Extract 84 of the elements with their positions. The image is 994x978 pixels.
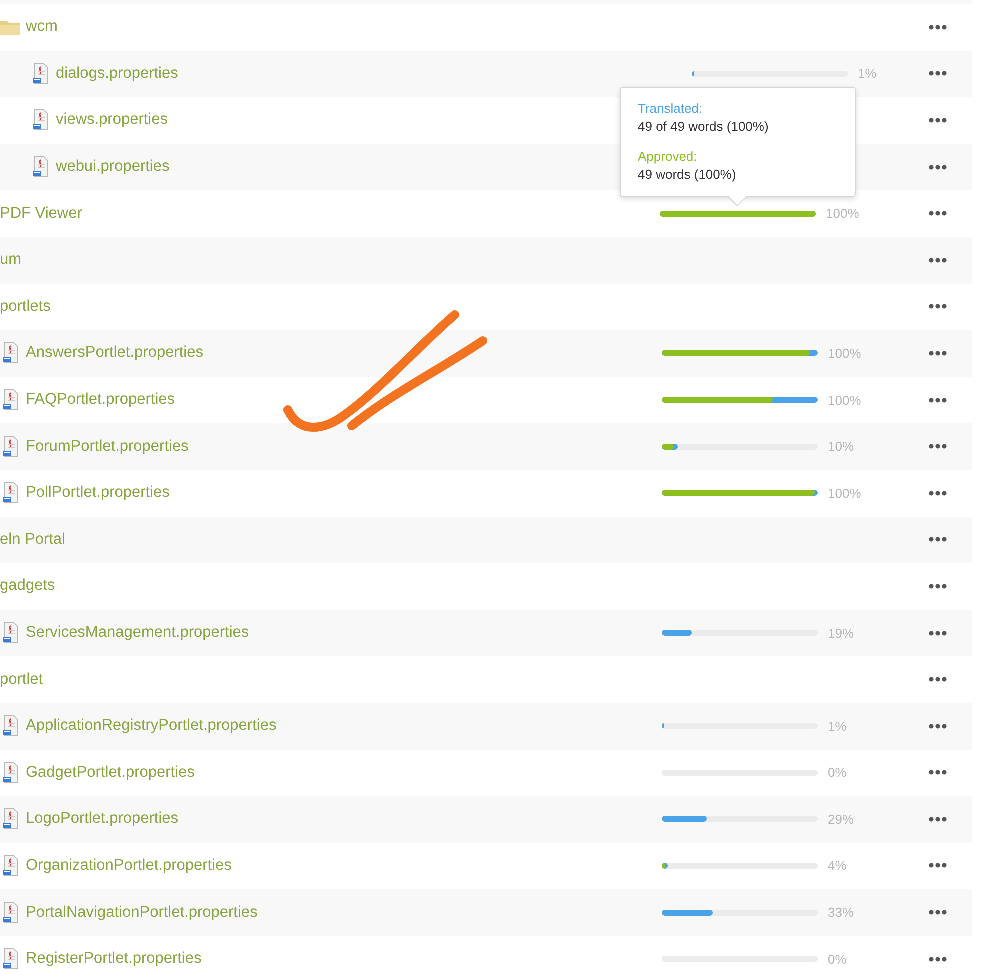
tree-row[interactable]: ForumPortlet.properties 10% [0,423,972,470]
percent-label: 33% [828,905,854,920]
file-icon [2,622,20,644]
file-icon [2,342,20,364]
file-icon [2,436,20,458]
item-name: wcm [26,18,58,36]
item-name: PortalNavigationPortlet.properties [26,904,258,922]
item-name: ApplicationRegistryPortlet.properties [26,717,277,736]
item-name: PollPortlet.properties [26,484,170,502]
tree-row[interactable]: um [0,236,972,284]
percent-label: 29% [828,812,854,827]
percent-label: 19% [828,626,854,641]
percent-label: 10% [828,439,854,454]
more-button[interactable] [929,584,947,589]
more-button[interactable] [929,724,947,729]
file-icon [2,715,20,738]
more-button[interactable] [929,537,947,542]
item-name: LogoPortlet.properties [26,810,179,828]
item-name: OrganizationPortlet.properties [26,856,232,875]
file-icon [2,854,20,877]
more-button[interactable] [929,304,947,310]
file-icon [2,762,20,784]
more-button[interactable] [929,770,947,776]
approved-value: 49 words (100%) [638,166,738,184]
tree-row[interactable]: ServicesManagement.properties 19% [0,610,972,656]
translated-value: 49 of 49 words (100%) [638,118,770,136]
more-button[interactable] [929,444,947,450]
more-button[interactable] [929,677,947,682]
file-icon [2,389,20,412]
item-name: FAQPortlet.properties [26,391,176,410]
file-icon [2,948,20,970]
more-button[interactable] [929,956,947,962]
file-icon [2,902,20,924]
tree-row[interactable]: ApplicationRegistryPortlet.properties 1% [0,702,972,750]
item-name: portlet [0,670,44,689]
more-button[interactable] [929,816,947,822]
file-icon [2,808,20,830]
file-icon [32,156,50,178]
more-button[interactable] [929,490,947,496]
tree-row[interactable]: LogoPortlet.properties 29% [0,796,972,843]
folder-icon [0,18,20,36]
file-icon [32,62,50,85]
item-name: um [0,251,22,270]
more-button[interactable] [929,24,947,30]
more-button[interactable] [929,350,947,356]
item-name: eln Portal [0,530,66,549]
item-name: AnswersPortlet.properties [26,344,204,362]
item-name: ServicesManagement.properties [26,624,250,642]
item-name: webui.properties [56,158,170,176]
file-icon [32,109,50,132]
percent-label: 0% [828,952,847,967]
approved-label: Approved: [638,148,698,166]
tree-row[interactable]: OrganizationPortlet.properties 4% [0,842,972,890]
more-button[interactable] [929,164,947,170]
item-name: ForumPortlet.properties [26,438,189,456]
item-name: RegisterPortlet.properties [26,950,202,968]
more-button[interactable] [929,258,947,263]
percent-label: 1% [828,718,847,734]
more-button[interactable] [929,211,947,216]
more-button[interactable] [929,630,947,636]
tree-row[interactable]: AnswersPortlet.properties 100% [0,330,972,377]
tree-row[interactable]: dialogs.properties 1% [0,50,972,98]
file-icon [2,482,20,504]
more-button[interactable] [929,863,947,868]
percent-label: 0% [828,765,847,780]
item-name: views.properties [56,111,168,130]
more-button[interactable] [929,71,947,76]
translated-label: Translated: [638,100,704,118]
item-name: portlets [0,298,51,316]
percent-label: 1% [858,66,877,82]
percent-label: 100% [828,392,862,408]
tree-row[interactable]: eln Portal [0,516,972,564]
tree-row[interactable]: PortalNavigationPortlet.properties 33% [0,889,972,936]
item-name: dialogs.properties [56,64,178,83]
percent-label: 4% [828,858,847,874]
more-button[interactable] [929,118,947,123]
more-button[interactable] [929,398,947,403]
more-button[interactable] [929,910,947,916]
percent-label: 100% [826,206,860,222]
item-name: GadgetPortlet.properties [26,764,195,782]
percent-label: 100% [828,486,862,501]
percent-label: 100% [828,346,862,361]
item-name: PDF Viewer [0,204,82,223]
item-name: gadgets [0,577,56,596]
